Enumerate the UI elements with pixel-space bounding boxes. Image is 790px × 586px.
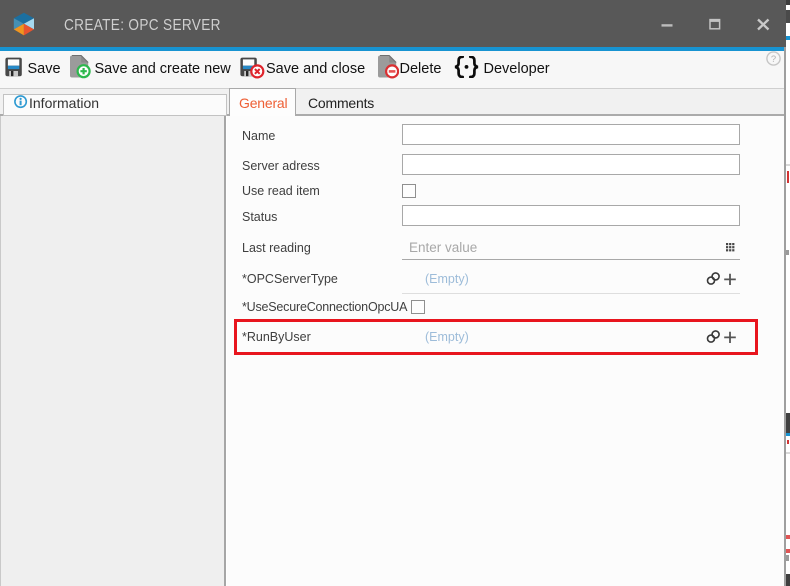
svg-text:?: ? [771,54,776,65]
